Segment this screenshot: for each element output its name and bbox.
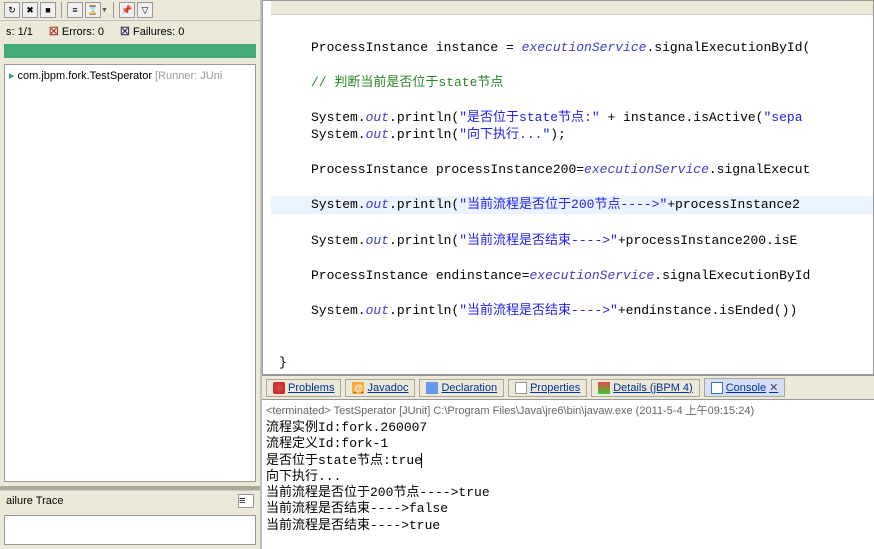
progress-bar [4,44,256,58]
tab-details[interactable]: Details (jBPM 4) [591,379,699,397]
test-runner: [Runner: JUni [155,70,222,82]
console-line: 当前流程是否位于200节点---->true [266,485,870,501]
code-line: System.out.println("是否位于state节点:" + inst… [311,110,803,125]
console-line: 流程定义Id:fork-1 [266,436,870,452]
console-line: 当前流程是否结束---->false [266,501,870,517]
failure-icon: ☒ [120,26,130,38]
declaration-icon [426,382,438,394]
code-line: ProcessInstance endinstance=executionSer… [311,268,810,283]
code-brace: } [279,355,287,370]
code-line: System.out.println("当前流程是否结束---->"+endin… [311,303,797,318]
code-line: ProcessInstance processInstance200=execu… [311,162,810,177]
views-tabbar: Problems @ Javadoc Declaration Propertie… [262,375,874,399]
tab-label: Details (jBPM 4) [613,382,692,394]
pin-icon[interactable]: 📌 [119,2,135,18]
menu-icon[interactable]: ▽ [137,2,153,18]
show-failures-icon[interactable]: ≡ [67,2,83,18]
runs-label: s: [6,26,15,38]
highlighted-line: System.out.println("当前流程是否位于200节点---->"+… [271,196,874,214]
rerun-icon[interactable]: ↻ [4,2,20,18]
tab-label: Console [726,382,766,394]
javadoc-icon: @ [352,382,364,394]
tab-label: Declaration [441,382,497,394]
console-line: 是否位于state节点:true [266,453,870,469]
tab-label: Properties [530,382,580,394]
code-line: ProcessInstance instance = executionServ… [311,40,810,55]
failure-trace-header: ailure Trace ≡ [0,490,260,511]
test-name: com.jbpm.fork.TestSperator [18,70,153,82]
code-editor[interactable]: ProcessInstance instance = executionServ… [262,0,874,375]
errors-count: 0 [98,26,104,38]
runs-count: 1/1 [18,26,33,38]
test-class-item[interactable]: ▸ com.jbpm.fork.TestSperator [Runner: JU… [9,69,251,82]
junit-view: ↻ ✖ ■ ≡ ⌛ ▼ 📌 ▽ s: 1/1 ☒ Errors: 0 ☒ Fai… [0,0,262,549]
editor-panel: ProcessInstance instance = executionServ… [262,0,874,549]
tab-declaration[interactable]: Declaration [419,379,504,397]
junit-stats: s: 1/1 ☒ Errors: 0 ☒ Failures: 0 [0,21,260,42]
history-icon[interactable]: ⌛ [85,2,101,18]
console-output[interactable]: 流程实例Id:fork.260007 流程定义Id:fork-1 是否位于sta… [262,420,874,534]
code-line: // 判断当前是否位于state节点 [311,75,503,90]
tab-properties[interactable]: Properties [508,379,587,397]
console-line: 当前流程是否结束---->true [266,518,870,534]
console-view: <terminated> TestSperator [JUnit] C:\Pro… [262,399,874,549]
close-icon[interactable]: ✕ [769,381,778,394]
code-line: System.out.println("向下执行..."); [311,127,566,142]
console-line: 向下执行... [266,469,870,485]
failure-trace-label: ailure Trace [6,495,63,507]
editor-ruler [271,1,873,15]
tab-label: Javadoc [367,382,408,394]
text-cursor [421,453,422,468]
console-header: <terminated> TestSperator [JUnit] C:\Pro… [262,400,874,420]
compare-icon[interactable]: ≡ [238,494,254,508]
code-line: System.out.println("当前流程是否结束---->"+proce… [311,233,797,248]
tab-label: Problems [288,382,334,394]
problems-icon [273,382,285,394]
properties-icon [515,382,527,394]
test-tree[interactable]: ▸ com.jbpm.fork.TestSperator [Runner: JU… [4,64,256,482]
tab-console[interactable]: Console ✕ [704,378,786,397]
pass-icon: ▸ [9,69,15,82]
tab-problems[interactable]: Problems [266,379,341,397]
failure-trace-area [4,515,256,545]
errors-label: Errors: [62,26,95,38]
console-line: 流程实例Id:fork.260007 [266,420,870,436]
failures-label: Failures: [133,26,175,38]
rerun-failed-icon[interactable]: ✖ [22,2,38,18]
console-icon [711,382,723,394]
details-icon [598,382,610,394]
failures-count: 0 [178,26,184,38]
tab-javadoc[interactable]: @ Javadoc [345,379,415,397]
stop-icon[interactable]: ■ [40,2,56,18]
junit-toolbar: ↻ ✖ ■ ≡ ⌛ ▼ 📌 ▽ [0,0,260,21]
error-icon: ☒ [49,26,59,38]
